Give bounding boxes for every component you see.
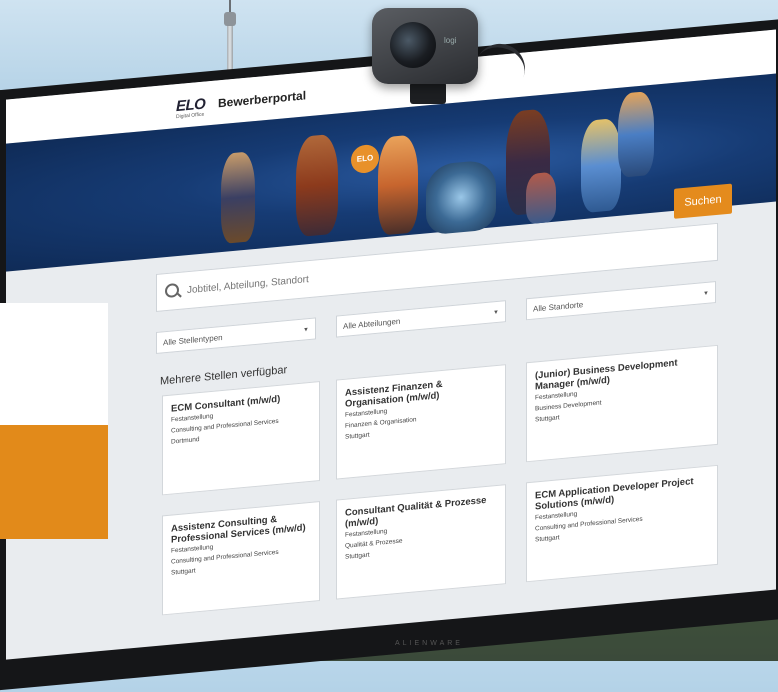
orange-overlay-block (0, 425, 108, 539)
results-heading: Mehrere Stellen verfügbar (160, 364, 288, 388)
browser-screen: ELO Digital Office Bewerberportal ELO Su… (6, 29, 776, 660)
webcam: logi (372, 8, 478, 84)
department-dropdown[interactable]: Alle Abteilungen ▼ (336, 300, 506, 338)
job-card[interactable]: ECM Application Developer Project Soluti… (526, 464, 718, 583)
location-dropdown[interactable]: Alle Standorte ▼ (526, 281, 716, 321)
location-label: Alle Standorte (533, 300, 584, 314)
job-type-label: Alle Stellentypen (163, 332, 223, 348)
job-type-dropdown[interactable]: Alle Stellentypen ▼ (156, 317, 316, 354)
job-card[interactable]: (Junior) Business Development Manager (m… (526, 344, 718, 463)
chevron-down-icon: ▼ (303, 327, 309, 334)
chevron-down-icon: ▼ (493, 309, 499, 317)
hero-character (581, 117, 621, 214)
monitor-brand: ALIENWARE (395, 640, 463, 647)
hero-character (426, 159, 496, 236)
hero-character (526, 171, 556, 225)
search-button[interactable]: Suchen (674, 183, 732, 219)
job-card[interactable]: Assistenz Consulting & Professional Serv… (162, 501, 320, 616)
elo-badge-icon: ELO (351, 143, 379, 175)
webcam-brand: logi (444, 36, 457, 45)
hero-character (378, 134, 418, 236)
job-card[interactable]: Assistenz Finanzen & Organisation (m/w/d… (336, 364, 506, 480)
chevron-down-icon: ▼ (703, 290, 709, 298)
portal-title: Bewerberportal (218, 88, 307, 111)
hero-character (618, 90, 654, 178)
webcam-lens (390, 22, 436, 68)
monitor: ELO Digital Office Bewerberportal ELO Su… (0, 15, 778, 692)
search-icon (165, 282, 179, 299)
hero-character (296, 133, 338, 238)
job-card[interactable]: ECM Consultant (m/w/d) Festanstellung Co… (162, 381, 320, 496)
white-overlay-block (0, 303, 108, 425)
logo-subtitle: Digital Office (176, 111, 205, 121)
hero-character (221, 150, 255, 245)
webcam-mount (410, 82, 446, 104)
department-label: Alle Abteilungen (343, 316, 401, 331)
job-card[interactable]: Consultant Qualität & Prozesse (m/w/d) F… (336, 484, 506, 600)
